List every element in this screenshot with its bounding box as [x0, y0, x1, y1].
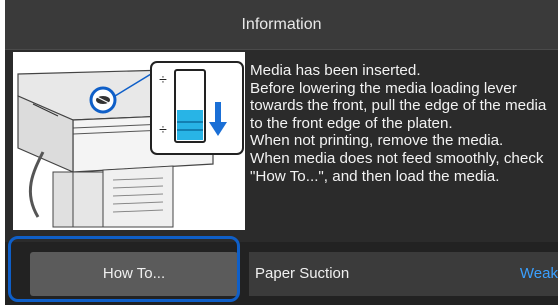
screen: Information ÷ ÷ Media has been inserted.…	[0, 0, 558, 305]
media-lever-icon	[89, 86, 117, 114]
paper-suction-label: Paper Suction	[255, 265, 350, 282]
information-dialog: Information ÷ ÷ Media has been inserted.…	[5, 0, 558, 305]
printer-illustration: ÷ ÷	[13, 52, 245, 230]
paper-suction-setting[interactable]: Paper Suction Weak	[249, 252, 558, 296]
suction-gauge-icon: ÷ ÷	[150, 61, 244, 155]
information-message: Media has been inserted. Before lowering…	[250, 62, 547, 185]
title-bar: Information	[5, 0, 558, 50]
dialog-title: Information	[241, 16, 322, 33]
how-to-button[interactable]: How To...	[30, 252, 238, 296]
paper-suction-value: Weak	[519, 265, 558, 282]
svg-text:÷: ÷	[159, 121, 167, 137]
svg-text:÷: ÷	[159, 71, 167, 87]
